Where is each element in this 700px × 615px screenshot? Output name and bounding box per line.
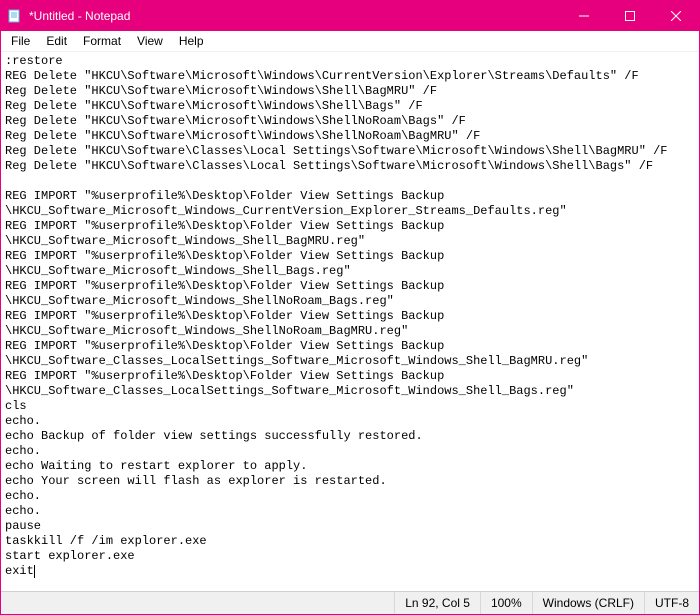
menu-format[interactable]: Format (75, 32, 129, 50)
status-encoding: UTF-8 (645, 592, 699, 614)
text-area[interactable]: :restore REG Delete "HKCU\Software\Micro… (1, 52, 699, 591)
status-bar: Ln 92, Col 5 100% Windows (CRLF) UTF-8 (1, 591, 699, 614)
close-button[interactable] (653, 1, 699, 31)
title-bar: *Untitled - Notepad (1, 1, 699, 31)
notepad-icon (7, 8, 23, 24)
status-line-ending: Windows (CRLF) (533, 592, 645, 614)
status-position: Ln 92, Col 5 (395, 592, 481, 614)
menu-bar: File Edit Format View Help (1, 31, 699, 52)
window-controls (561, 1, 699, 31)
menu-file[interactable]: File (3, 32, 38, 50)
window-title: *Untitled - Notepad (29, 9, 561, 23)
status-spacer (1, 592, 395, 614)
menu-edit[interactable]: Edit (38, 32, 75, 50)
menu-help[interactable]: Help (171, 32, 212, 50)
maximize-button[interactable] (607, 1, 653, 31)
minimize-button[interactable] (561, 1, 607, 31)
menu-view[interactable]: View (129, 32, 171, 50)
status-zoom: 100% (481, 592, 533, 614)
